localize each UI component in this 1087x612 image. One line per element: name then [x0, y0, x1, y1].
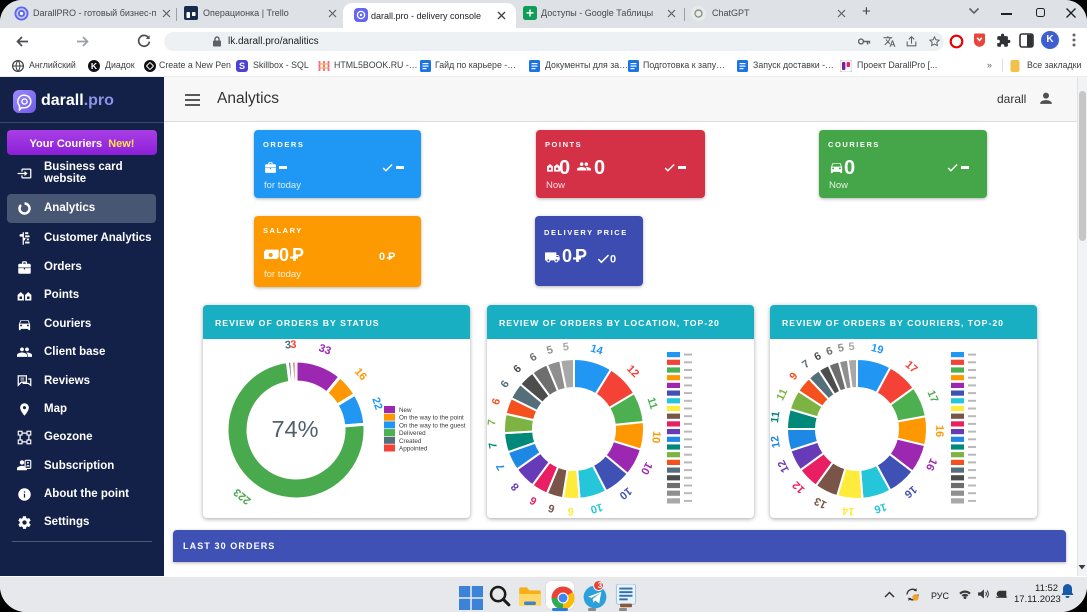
svg-text:17: 17: [924, 389, 940, 405]
svg-text:11: 11: [770, 411, 782, 424]
svg-text:0: 0: [562, 247, 572, 265]
svg-text:11: 11: [775, 387, 791, 403]
svg-text:0: 0: [379, 251, 385, 262]
svg-text:On the way to the point: On the way to the point: [399, 415, 464, 422]
svg-text:5: 5: [562, 341, 569, 354]
svg-text:33: 33: [317, 342, 333, 357]
svg-text:P: P: [292, 246, 304, 264]
svg-text:19: 19: [870, 342, 885, 357]
svg-text:7: 7: [494, 461, 507, 472]
svg-text:12: 12: [776, 458, 792, 474]
svg-text:7: 7: [800, 358, 812, 371]
svg-text:8: 8: [509, 480, 522, 493]
svg-text:13: 13: [813, 494, 829, 510]
svg-text:14: 14: [841, 504, 855, 517]
svg-text:14: 14: [589, 343, 605, 358]
svg-text:Appointed: Appointed: [399, 446, 428, 453]
svg-text:6: 6: [825, 345, 835, 358]
svg-text:5: 5: [837, 342, 845, 355]
svg-text:6: 6: [528, 351, 539, 364]
svg-text:17: 17: [903, 359, 920, 376]
svg-text:6: 6: [812, 350, 823, 363]
svg-text:16: 16: [923, 456, 939, 472]
svg-text:P: P: [575, 247, 587, 265]
svg-text:Created: Created: [399, 438, 422, 445]
svg-text:6: 6: [490, 397, 503, 407]
svg-text:Delivered: Delivered: [399, 430, 426, 437]
svg-text:12: 12: [770, 435, 783, 449]
svg-text:10: 10: [617, 485, 634, 502]
svg-text:On the way to the guest: On the way to the guest: [399, 422, 466, 429]
svg-text:16: 16: [352, 366, 369, 383]
svg-text:10: 10: [649, 430, 662, 443]
svg-text:P: P: [388, 251, 395, 262]
svg-text:7: 7: [487, 441, 500, 449]
svg-text:10: 10: [589, 500, 604, 515]
svg-text:6: 6: [528, 494, 539, 507]
svg-text:7: 7: [487, 419, 498, 426]
svg-text:74%: 74%: [271, 416, 318, 442]
svg-text:0: 0: [610, 254, 616, 265]
svg-text:6: 6: [499, 378, 512, 390]
svg-text:New: New: [399, 407, 412, 414]
svg-text:10: 10: [638, 460, 654, 476]
svg-text:12: 12: [624, 363, 641, 380]
svg-text:5: 5: [848, 341, 855, 353]
svg-text:6: 6: [547, 501, 556, 514]
svg-text:3: 3: [290, 339, 296, 351]
svg-text:11: 11: [644, 396, 659, 411]
svg-text:22: 22: [369, 396, 384, 411]
svg-text:6: 6: [511, 363, 524, 376]
svg-text:6: 6: [567, 505, 574, 517]
svg-text:223: 223: [232, 486, 254, 507]
svg-text:16: 16: [933, 425, 945, 438]
svg-text:12: 12: [790, 478, 807, 495]
svg-text:0: 0: [279, 246, 289, 264]
svg-text:5: 5: [545, 344, 554, 357]
svg-text:16: 16: [873, 500, 888, 515]
svg-text:9: 9: [787, 370, 800, 382]
svg-text:16: 16: [902, 483, 919, 500]
